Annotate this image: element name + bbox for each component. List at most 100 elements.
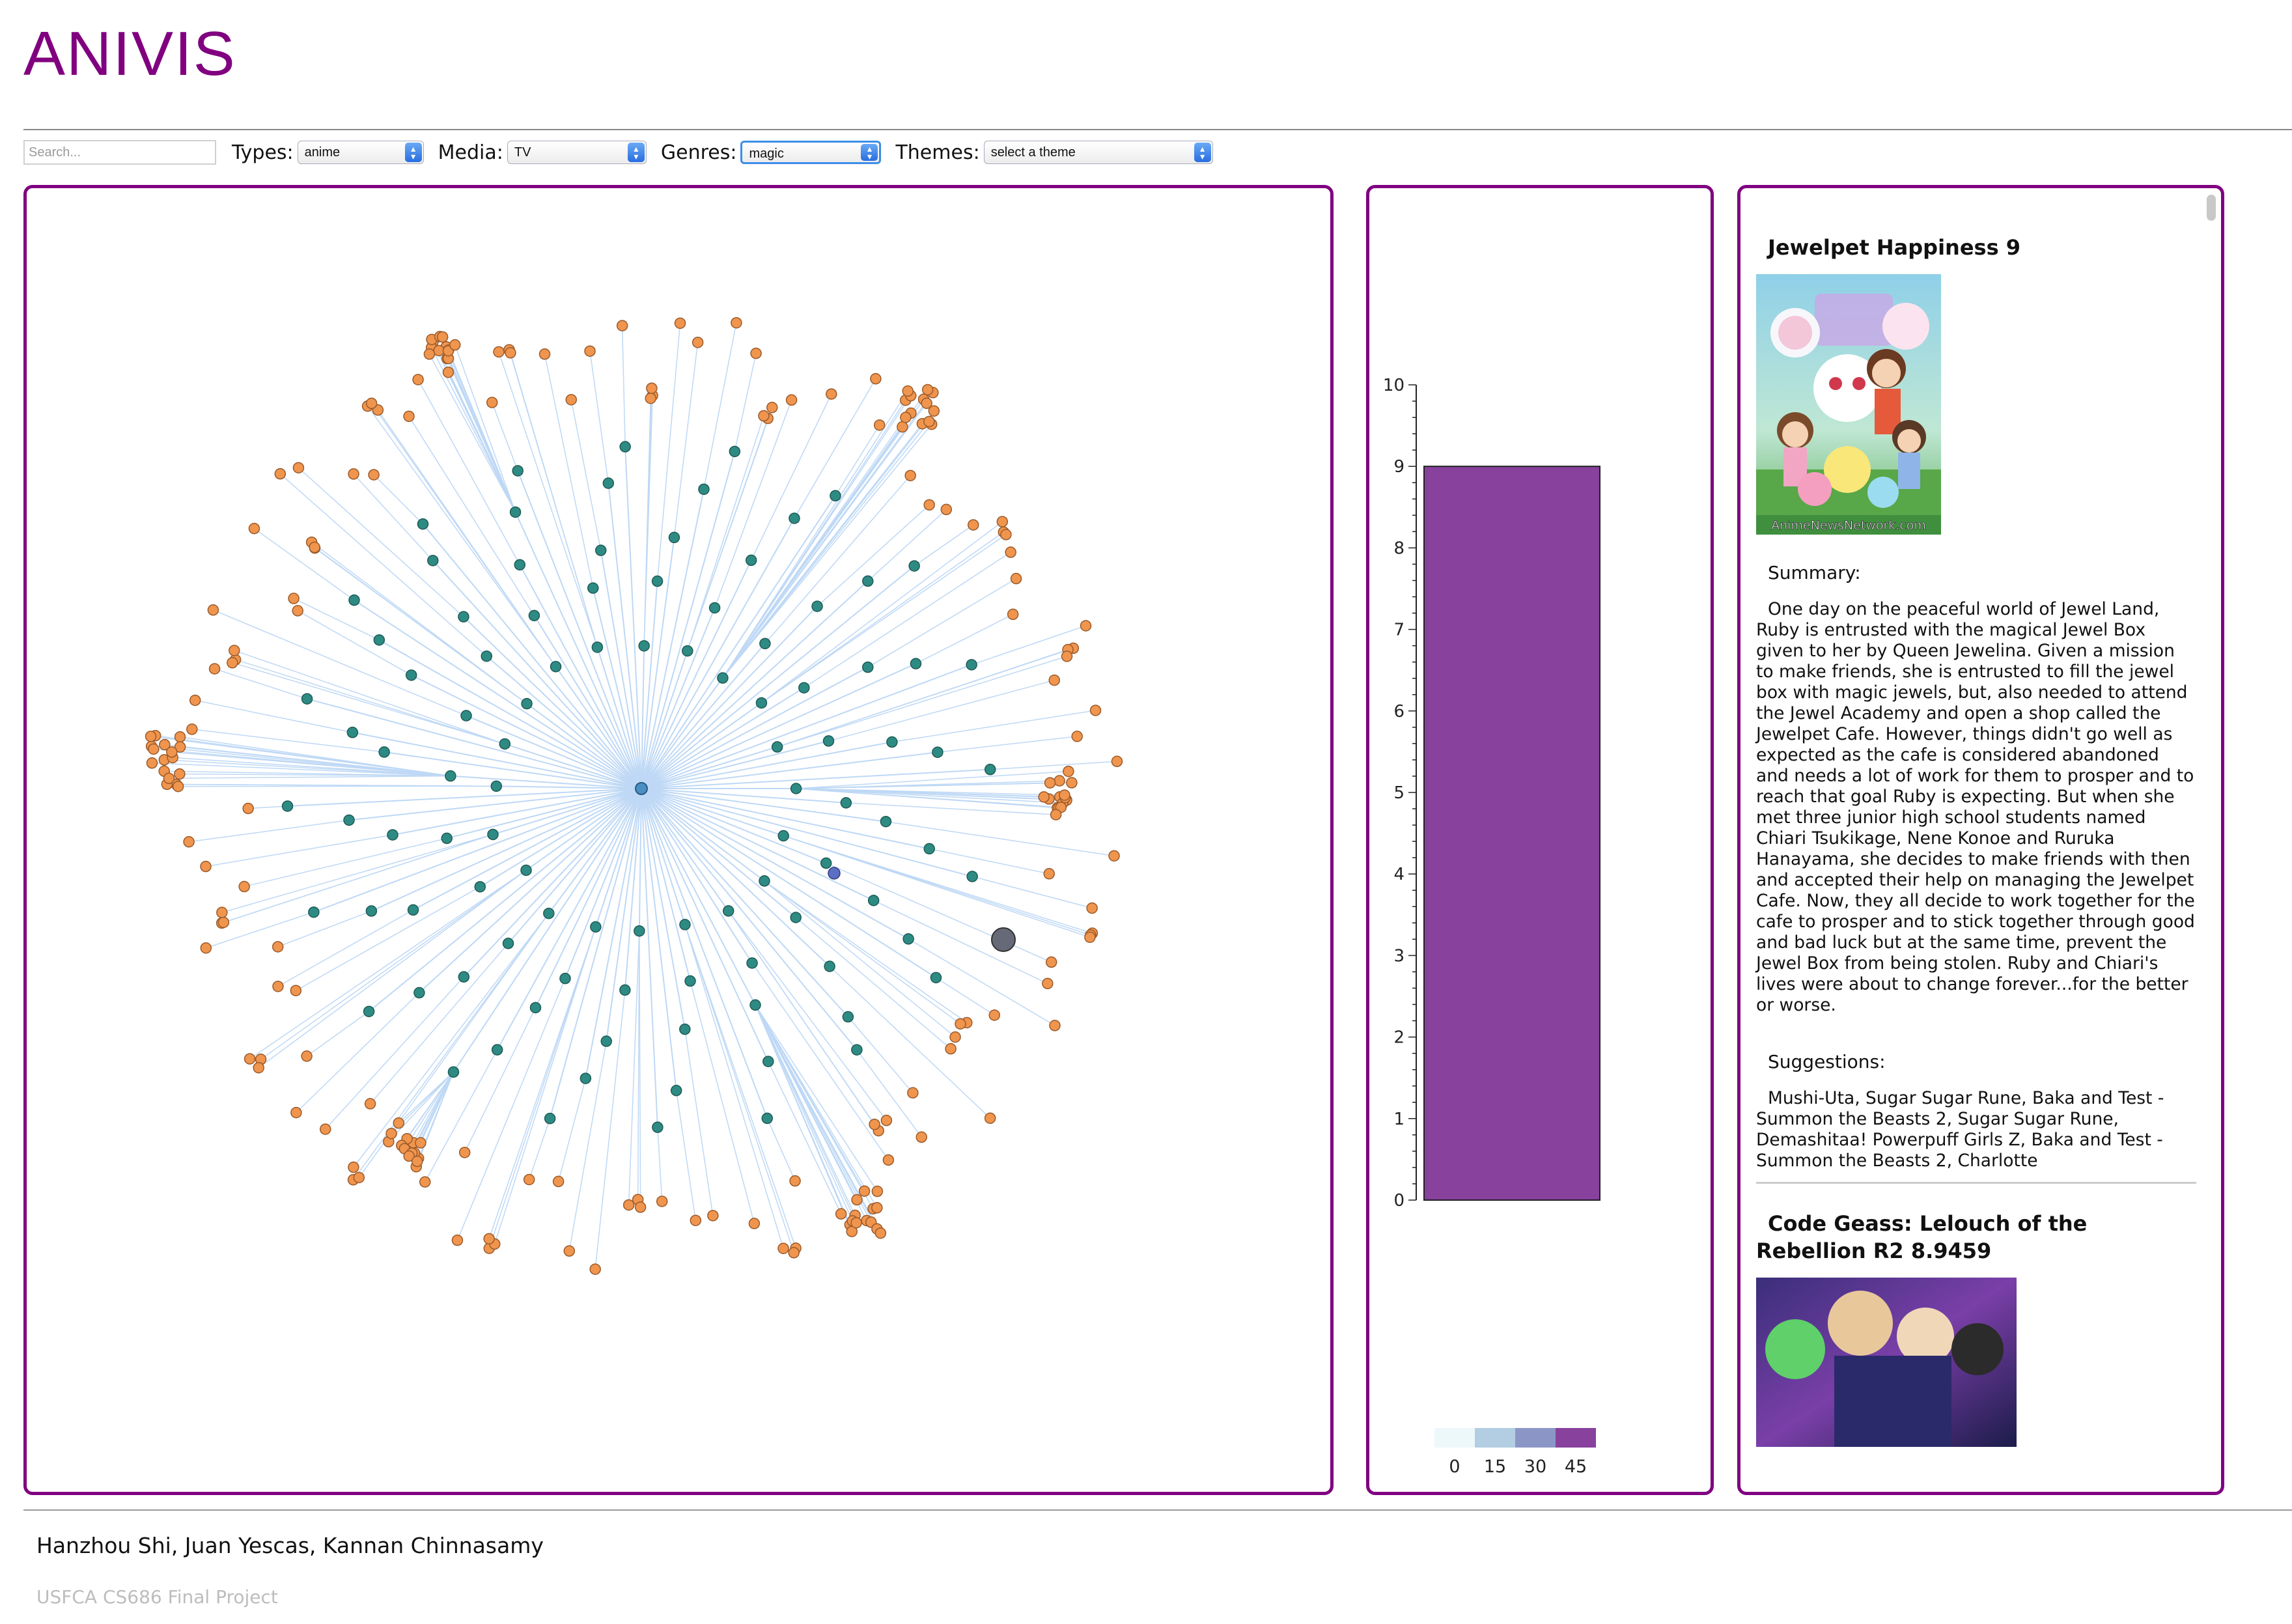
related-node[interactable] [1000,529,1012,540]
related-node[interactable] [850,1217,862,1229]
related-node[interactable] [858,1185,871,1197]
related-node[interactable] [393,1117,404,1129]
related-node[interactable] [458,1147,471,1158]
related-node[interactable] [227,657,238,669]
related-node[interactable] [244,1053,256,1065]
related-node[interactable] [870,372,882,385]
anime-node[interactable] [591,641,604,653]
anime-node[interactable] [886,736,898,748]
anime-node[interactable] [474,881,486,893]
anime-node[interactable] [602,477,615,489]
anime-node[interactable] [543,907,555,919]
anime-node[interactable] [652,1121,664,1133]
related-node[interactable] [1089,705,1102,716]
related-node[interactable] [248,522,260,535]
related-node[interactable] [174,768,186,780]
anime-node[interactable] [363,1005,375,1018]
related-node[interactable] [486,397,498,408]
related-node[interactable] [1059,789,1070,801]
anime-node[interactable] [698,483,710,496]
related-node[interactable] [766,402,778,413]
related-node[interactable] [882,1154,895,1166]
related-node[interactable] [955,1018,966,1030]
related-node[interactable] [1007,608,1019,621]
anime-node[interactable] [880,815,892,828]
anime-node[interactable] [301,693,313,705]
anime-node[interactable] [509,506,522,518]
related-node[interactable] [505,347,516,359]
related-node[interactable] [921,384,934,396]
related-node[interactable] [290,1106,302,1119]
themes-select[interactable]: select a theme ▴ ▾ [983,141,1213,164]
network-graph[interactable] [27,188,1330,1492]
anime-node[interactable] [789,512,800,524]
anime-node[interactable] [840,797,852,809]
related-node[interactable] [523,1173,535,1186]
related-node[interactable] [309,541,320,553]
anime-node[interactable] [458,971,470,983]
item-title[interactable]: Code Geass: Lelouch of the Rebellion R2 … [1756,1210,2196,1265]
anime-node[interactable] [966,871,978,882]
selected-node[interactable] [828,867,841,880]
anime-node[interactable] [820,857,832,869]
search-input[interactable] [23,140,216,165]
related-node[interactable] [869,1118,880,1130]
related-node[interactable] [988,1009,1000,1021]
related-node[interactable] [945,1043,957,1055]
related-node[interactable] [423,348,436,360]
anime-node[interactable] [550,660,562,673]
anime-node[interactable] [824,960,835,972]
related-node[interactable] [871,1185,884,1197]
genre-center-node[interactable] [635,782,648,795]
related-node[interactable] [674,317,686,329]
anime-node[interactable] [559,972,571,985]
anime-node[interactable] [365,905,378,917]
anime-node[interactable] [427,555,439,567]
related-node[interactable] [1084,931,1096,944]
anime-node[interactable] [851,1044,863,1056]
anime-node[interactable] [378,746,390,758]
related-node[interactable] [166,746,178,758]
anime-node[interactable] [529,1001,542,1014]
related-node[interactable] [1061,651,1073,662]
anime-node[interactable] [407,904,419,916]
related-node[interactable] [589,1263,601,1275]
anime-node[interactable] [343,814,355,826]
related-node[interactable] [1043,868,1055,880]
related-node[interactable] [923,499,935,511]
anime-node[interactable] [594,544,607,556]
anime-node[interactable] [668,531,680,544]
focus-node[interactable] [991,927,1016,952]
related-node[interactable] [692,337,704,348]
related-node[interactable] [565,394,578,406]
related-node[interactable] [385,1127,397,1140]
related-node[interactable] [493,346,505,358]
anime-node[interactable] [590,921,602,933]
related-node[interactable] [348,1161,359,1173]
anime-node[interactable] [619,984,631,996]
related-node[interactable] [1048,674,1060,686]
related-node[interactable] [365,397,378,410]
related-node[interactable] [690,1214,702,1226]
related-node[interactable] [748,1218,761,1229]
anime-node[interactable] [923,843,935,855]
related-node[interactable] [645,392,656,404]
related-node[interactable] [915,1131,927,1143]
related-node[interactable] [163,772,175,785]
related-node[interactable] [996,516,1009,527]
anime-node[interactable] [729,445,741,458]
anime-node[interactable] [930,972,942,984]
anime-node[interactable] [460,710,472,721]
related-node[interactable] [146,757,158,769]
related-node[interactable] [274,468,286,480]
related-node[interactable] [563,1245,576,1257]
related-node[interactable] [1005,546,1016,558]
related-node[interactable] [229,645,240,656]
related-node[interactable] [707,1210,719,1222]
related-node[interactable] [364,1098,376,1110]
related-node[interactable] [928,405,940,417]
anime-node[interactable] [842,1011,854,1023]
anime-node[interactable] [830,490,841,502]
anime-node[interactable] [521,697,533,710]
related-node[interactable] [835,1208,847,1220]
